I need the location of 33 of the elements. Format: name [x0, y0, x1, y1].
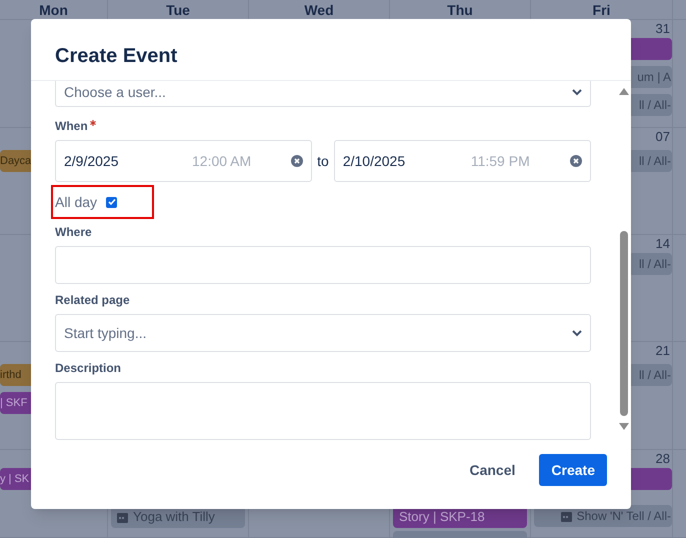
- clear-icon[interactable]: [291, 155, 304, 167]
- textarea-field[interactable]: [55, 382, 591, 440]
- field-label: Description: [55, 360, 122, 376]
- chevron-down-icon: [572, 88, 582, 96]
- weekday-header: Mon: [39, 1, 68, 20]
- create-button[interactable]: Create: [539, 454, 607, 486]
- cancel-button[interactable]: Cancel: [457, 454, 528, 486]
- day-number: 21: [656, 342, 670, 360]
- text-field[interactable]: [55, 246, 591, 284]
- scroll-down-icon[interactable]: [619, 423, 629, 430]
- datetime-field[interactable]: 2/10/2025 11:59 PM: [334, 140, 591, 182]
- dialog-title: Create Event: [55, 44, 178, 68]
- field-label: Where: [55, 224, 92, 240]
- weekday-header: Wed: [304, 1, 334, 20]
- select-field[interactable]: Start typing...: [55, 314, 591, 352]
- field-label: Related page: [55, 292, 130, 308]
- day-number: 28: [656, 450, 670, 468]
- chevron-down-icon: [572, 330, 582, 336]
- day-number: 07: [656, 128, 670, 146]
- checkbox[interactable]: [106, 196, 118, 208]
- weekday-header: Tue: [166, 1, 190, 20]
- field-label: When: [55, 118, 88, 134]
- range-separator: to: [317, 152, 329, 170]
- clear-icon[interactable]: [570, 155, 582, 167]
- time-text: 12:00 AM: [192, 152, 252, 170]
- day-number: 14: [656, 234, 670, 252]
- select-field[interactable]: Choose a user...: [55, 81, 591, 107]
- weekday-header: Thu: [447, 1, 473, 20]
- datetime-field[interactable]: 2/9/2025 12:00 AM: [55, 140, 312, 182]
- checkbox-label: All day: [55, 192, 98, 212]
- weekday-header: Fri: [592, 1, 610, 20]
- day-number: 31: [656, 20, 670, 38]
- time-text: 11:59 PM: [470, 152, 530, 170]
